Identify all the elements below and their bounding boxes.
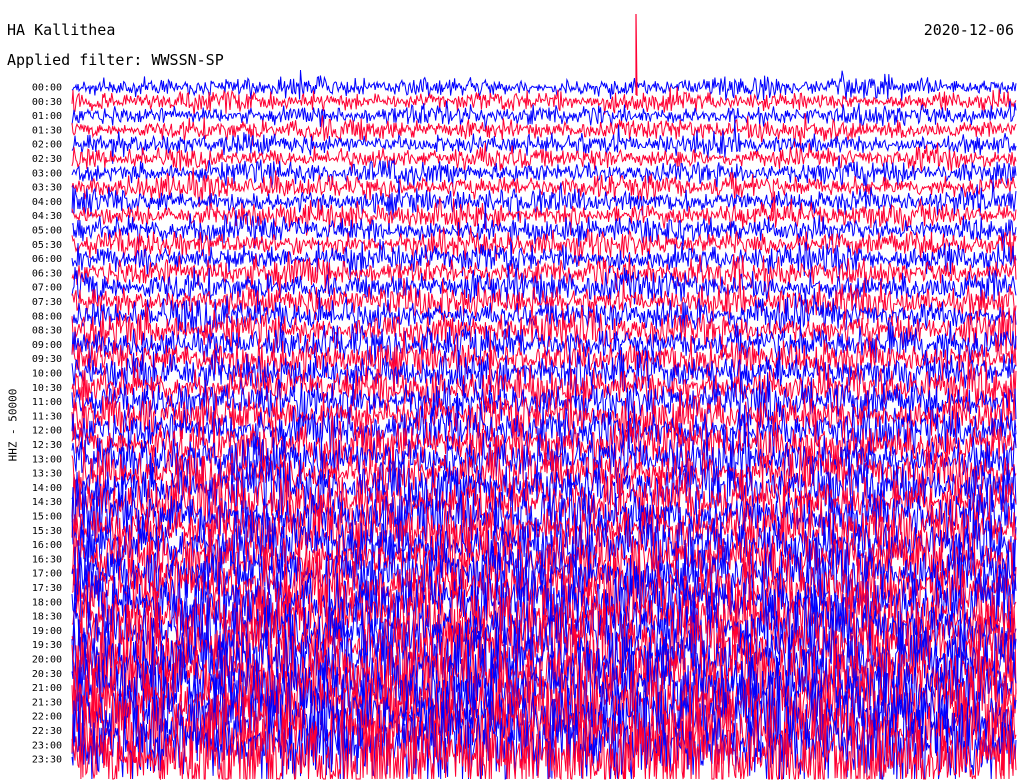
- tick-label: 10:30: [32, 383, 62, 394]
- tick-label: 01:00: [32, 111, 62, 122]
- tick-label: 00:30: [32, 97, 62, 108]
- tick-label: 22:30: [32, 726, 62, 737]
- tick-label: 19:00: [32, 626, 62, 637]
- tick-label: 02:00: [32, 140, 62, 151]
- tick-label: 19:30: [32, 640, 62, 651]
- tick-label: 18:30: [32, 612, 62, 623]
- tick-label: 14:00: [32, 483, 62, 494]
- tick-label: 23:30: [32, 755, 62, 766]
- event-spike: [635, 13, 638, 97]
- tick-label: 04:30: [32, 211, 62, 222]
- tick-label: 09:00: [32, 340, 62, 351]
- tick-label: 20:30: [32, 669, 62, 680]
- tick-label: 07:30: [32, 297, 62, 308]
- tick-label: 17:00: [32, 569, 62, 580]
- tick-label: 22:00: [32, 712, 62, 723]
- tick-label: 07:00: [32, 283, 62, 294]
- tick-label: 20:00: [32, 655, 62, 666]
- tick-label: 06:30: [32, 268, 62, 279]
- tick-label: 15:30: [32, 526, 62, 537]
- tick-label: 17:30: [32, 583, 62, 594]
- tick-label: 11:30: [32, 411, 62, 422]
- tick-label: 06:00: [32, 254, 62, 265]
- tick-label: 08:00: [32, 311, 62, 322]
- tick-label: 16:30: [32, 554, 62, 565]
- tick-label: 18:00: [32, 597, 62, 608]
- helicorder-plot: 00:00 00:30 01:00 01:30 02:00 02:30 03:00 03:30…: [32, 13, 1017, 780]
- tick-label: 12:30: [32, 440, 62, 451]
- tick-label: 05:00: [32, 226, 62, 237]
- tick-label: 00:00: [32, 83, 62, 94]
- tick-label: 23:00: [32, 740, 62, 751]
- tick-label: 03:30: [32, 183, 62, 194]
- tick-label: 02:30: [32, 154, 62, 165]
- tick-label: 08:30: [32, 326, 62, 337]
- tick-label: 14:30: [32, 497, 62, 508]
- tick-label: 05:30: [32, 240, 62, 251]
- tick-label: 04:00: [32, 197, 62, 208]
- tick-label: 15:00: [32, 512, 62, 523]
- tick-label: 13:30: [32, 469, 62, 480]
- tick-label: 16:00: [32, 540, 62, 551]
- tick-label: 12:00: [32, 426, 62, 437]
- tick-label: 11:00: [32, 397, 62, 408]
- time-tick-labels: 00:00 00:30 01:00 01:30 02:00 02:30 03:00 03:30…: [32, 83, 62, 766]
- tick-label: 21:00: [32, 683, 62, 694]
- tick-label: 01:30: [32, 125, 62, 136]
- tick-label: 03:00: [32, 168, 62, 179]
- tick-label: 13:00: [32, 454, 62, 465]
- seismic-traces: [71, 13, 1017, 780]
- tick-label: 09:30: [32, 354, 62, 365]
- tick-label: 21:30: [32, 697, 62, 708]
- tick-label: 10:00: [32, 369, 62, 380]
